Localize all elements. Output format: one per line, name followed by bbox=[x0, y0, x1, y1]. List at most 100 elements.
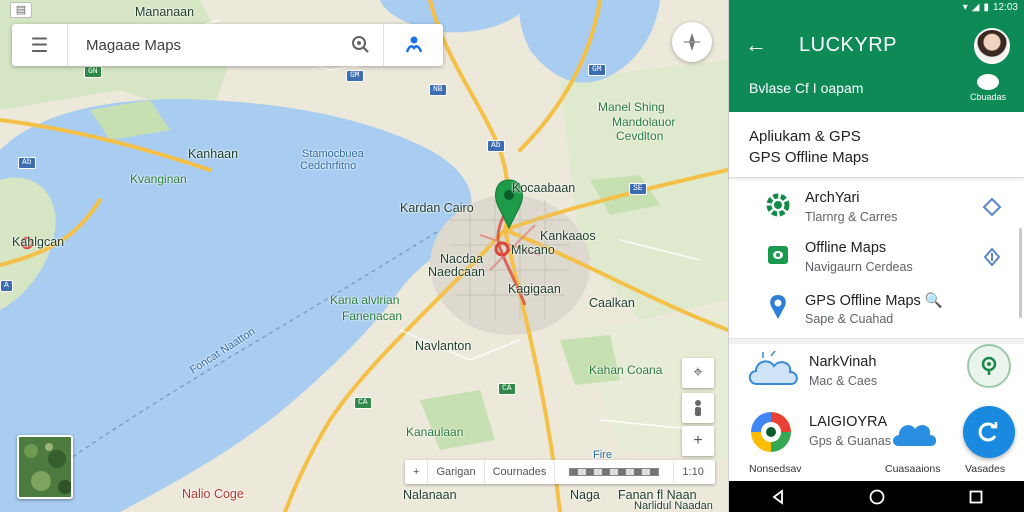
compass-icon bbox=[684, 33, 700, 51]
road-shield: CA bbox=[354, 397, 372, 409]
map-label: Nacdaa bbox=[440, 252, 484, 266]
list-item-title: GPS Offline Maps 🔍 bbox=[805, 293, 943, 309]
map-label: Mandolauor bbox=[612, 115, 676, 129]
cloud-icon bbox=[893, 425, 937, 446]
list-item-title: Offline Maps bbox=[805, 240, 887, 256]
back-triangle-icon bbox=[772, 488, 784, 505]
map-label: Mananaan bbox=[135, 5, 195, 19]
hamburger-menu-button[interactable]: ☰ bbox=[12, 24, 68, 66]
header-action-label: Cbuadas bbox=[969, 92, 1007, 102]
chat-bubble-icon bbox=[977, 74, 999, 90]
back-arrow-icon[interactable]: ← bbox=[745, 32, 767, 58]
locate-icon: ⌖ bbox=[693, 364, 703, 381]
map-base-layer bbox=[0, 0, 728, 512]
footer-tab-label[interactable]: Vasades bbox=[965, 463, 1005, 475]
directions-icon bbox=[405, 36, 422, 53]
gear-icon bbox=[765, 192, 791, 218]
battery-icon: ▮ bbox=[983, 1, 989, 13]
status-bar: ▾ ◢ ▮ 12:03 bbox=[729, 0, 1024, 14]
scrollbar[interactable] bbox=[1019, 228, 1022, 318]
toolbar-add-button[interactable]: + bbox=[405, 460, 429, 484]
app-header: ← LUCKYRP Bvlase Cf I oapam Cbuadas bbox=[729, 14, 1024, 112]
map-label: Cevdlton bbox=[616, 129, 664, 143]
header-action-button[interactable]: Cbuadas bbox=[966, 74, 1010, 102]
satellite-thumbnail-icon bbox=[19, 437, 71, 497]
road-shield: CA bbox=[498, 383, 516, 395]
map-label: Naga bbox=[570, 488, 600, 502]
map-label: Kardan Cairo bbox=[400, 201, 474, 215]
status-time: 12:03 bbox=[992, 1, 1018, 13]
app-info-section: Apliukam & GPS GPS Offline Maps bbox=[729, 112, 1024, 178]
list-item[interactable]: Offline Maps Navigaurn Cerdeas bbox=[729, 236, 1024, 286]
footer-tab-label[interactable]: Nonsedsav bbox=[749, 463, 802, 475]
scale-bar bbox=[555, 460, 675, 484]
map-label: Nalanaan bbox=[403, 488, 457, 502]
map-label: Kanhaan bbox=[188, 147, 239, 161]
directions-button[interactable] bbox=[383, 24, 443, 66]
road-shield: Ab bbox=[18, 157, 36, 169]
map-label: Cedchrfitno bbox=[300, 160, 357, 172]
road-shield: GM bbox=[346, 70, 364, 82]
list-item[interactable]: GPS Offline Maps 🔍 Sape & Cuahad bbox=[729, 288, 1024, 338]
layers-button[interactable] bbox=[17, 435, 73, 499]
offline-map-icon bbox=[765, 242, 791, 268]
my-location-button[interactable]: ⌖ bbox=[682, 358, 714, 388]
road-shield: NB bbox=[429, 84, 447, 96]
compass-pin-icon bbox=[981, 356, 997, 375]
nav-recents-button[interactable] bbox=[966, 487, 986, 507]
road-shield: A bbox=[0, 280, 13, 292]
navigate-fab-button[interactable] bbox=[967, 344, 1011, 388]
card-subtitle: Mac & Caes bbox=[809, 374, 878, 388]
cloud-icon bbox=[748, 350, 798, 385]
navigation-icon[interactable] bbox=[981, 246, 1003, 268]
home-circle-icon bbox=[869, 489, 885, 504]
map-label: Kahan Coana bbox=[589, 363, 663, 377]
search-icon bbox=[352, 36, 369, 53]
recents-square-icon bbox=[969, 490, 983, 503]
toolbar-option-button[interactable]: Cournades bbox=[485, 460, 556, 484]
list-item[interactable]: ArchYari Tlarnrg & Carres bbox=[729, 186, 1024, 236]
compass-button[interactable] bbox=[672, 22, 712, 62]
map-label: Kankaaos bbox=[540, 229, 596, 243]
map-menu-icon[interactable]: ▤ bbox=[10, 2, 32, 18]
search-bar[interactable]: ☰ Magaae Maps bbox=[12, 24, 443, 66]
map-label: Kocaabaan bbox=[512, 181, 576, 195]
app-title: LUCKYRP bbox=[799, 34, 897, 56]
app-info-line: GPS Offline Maps bbox=[749, 149, 869, 166]
pegman-icon bbox=[695, 400, 701, 416]
side-panel: ▾ ◢ ▮ 12:03 ← LUCKYRP Bvlase Cf I oapam … bbox=[728, 0, 1024, 512]
nav-back-button[interactable] bbox=[768, 487, 788, 507]
road-shield: GN bbox=[84, 66, 102, 78]
footer-tab-label[interactable]: Cuasaaions bbox=[885, 463, 940, 475]
map-label: Naedcaan bbox=[428, 265, 485, 279]
map-bottom-toolbar: + Garigan Cournades 1:10 bbox=[405, 460, 715, 484]
list-item-subtitle: Sape & Cuahad bbox=[805, 312, 894, 326]
app-subtitle: Bvlase Cf I oapam bbox=[749, 80, 864, 96]
map-label: Nalio Coge bbox=[182, 487, 244, 501]
road-shield: GM bbox=[588, 64, 606, 76]
map-view[interactable]: ▤ Mananaan Manel Shing Mandolauor Cevdlt… bbox=[0, 0, 728, 512]
card-title: NarkVinah bbox=[809, 354, 877, 370]
toolbar-option-button[interactable]: Garigan bbox=[428, 460, 485, 484]
nav-home-button[interactable] bbox=[867, 487, 887, 507]
wifi-icon: ▾ bbox=[962, 1, 968, 13]
map-label: Karia alvlrian bbox=[330, 293, 400, 307]
card-title: LAIGIOYRA bbox=[809, 414, 888, 430]
zoom-in-button[interactable]: + bbox=[682, 426, 714, 456]
android-navigation-bar bbox=[729, 481, 1024, 512]
list-item-title: ArchYari bbox=[805, 190, 860, 206]
plus-icon: + bbox=[693, 432, 703, 449]
search-input[interactable]: Magaae Maps bbox=[68, 37, 339, 54]
road-shield: SE bbox=[629, 183, 647, 195]
avatar[interactable] bbox=[974, 28, 1010, 64]
road-shield: Ab bbox=[487, 140, 505, 152]
pegman-button[interactable] bbox=[682, 393, 714, 423]
navigation-icon[interactable] bbox=[981, 196, 1003, 218]
map-label: Navlanton bbox=[415, 339, 472, 353]
refresh-fab-button[interactable] bbox=[963, 406, 1015, 458]
search-button[interactable] bbox=[339, 24, 383, 66]
card-subtitle: Gps & Guanas bbox=[809, 434, 891, 448]
map-label: Stamocbuea bbox=[302, 148, 364, 160]
list-item-subtitle: Navigaurn Cerdeas bbox=[805, 260, 913, 274]
map-label: Kagigaan bbox=[508, 282, 561, 296]
